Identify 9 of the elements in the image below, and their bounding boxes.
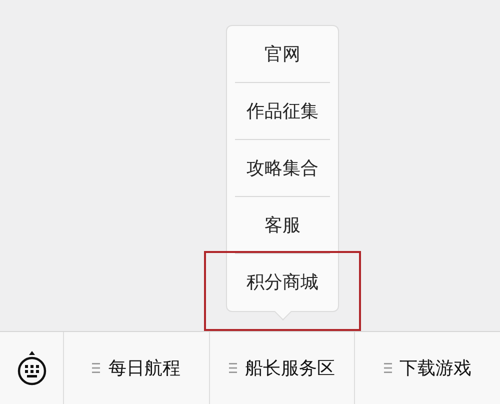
menu-lines-icon [384, 363, 392, 373]
menu-lines-icon [229, 363, 237, 373]
menu-item[interactable]: 作品征集 [235, 83, 330, 140]
menu-item[interactable]: 攻略集合 [235, 140, 330, 197]
keyboard-icon[interactable] [16, 349, 46, 387]
menu-item[interactable]: 官网 [235, 26, 330, 83]
menu-item[interactable]: 客服 [235, 197, 330, 254]
menu-item[interactable]: 积分商城 [235, 254, 330, 311]
menu-lines-icon [92, 363, 100, 373]
